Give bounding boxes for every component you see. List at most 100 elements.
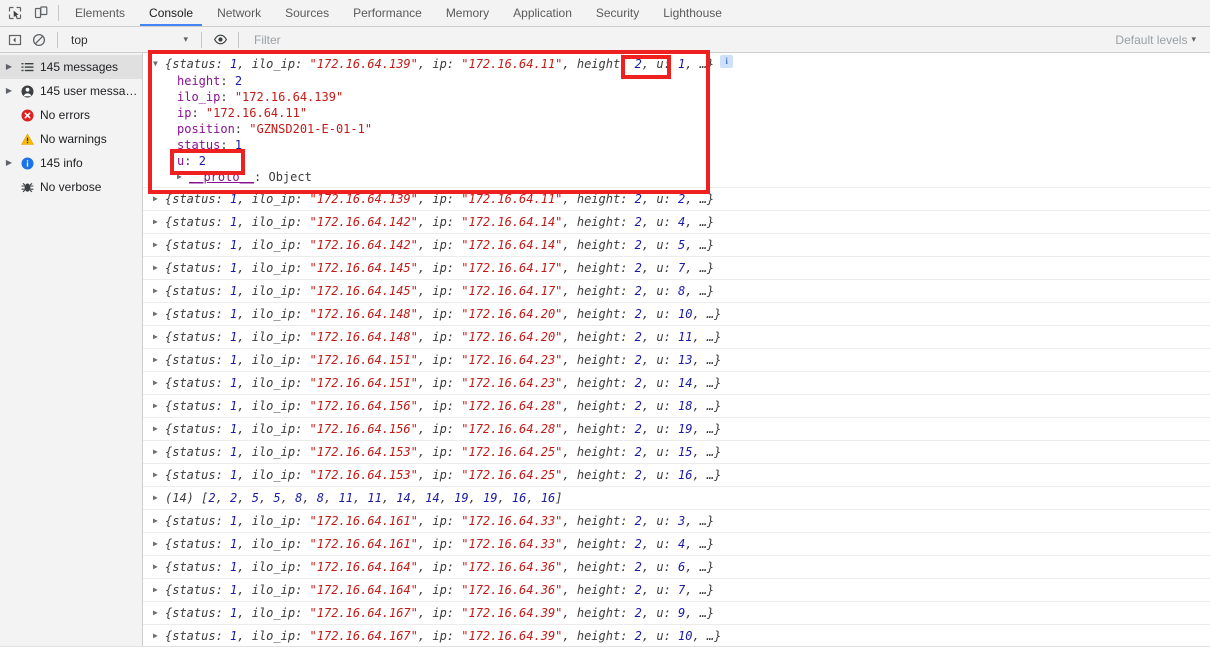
console-log-area[interactable]: ▼ {status: 1, ilo_ip: "172.16.64.139", ip… [143, 53, 1210, 647]
error-icon [19, 109, 35, 122]
sidebar-item-messages[interactable]: ▶ 145 messages [0, 55, 142, 79]
clear-console-icon[interactable] [30, 31, 48, 49]
chevron-right-icon[interactable]: ▶ [153, 374, 165, 392]
console-row[interactable]: ▶ {status: 1, ilo_ip: "172.16.64.139", ip… [143, 188, 1210, 211]
console-row[interactable]: ▶ {status: 1, ilo_ip: "172.16.64.145", ip… [143, 257, 1210, 280]
console-row[interactable]: ▶ {status: 1, ilo_ip: "172.16.64.145", ip… [143, 280, 1210, 303]
tok: , ilo_ip: [237, 284, 310, 298]
chevron-right-icon[interactable]: ▶ [153, 443, 165, 461]
tok: , ip: [417, 192, 462, 206]
chevron-right-icon[interactable]: ▶ [153, 397, 165, 415]
chevron-right-icon[interactable]: ▶ [153, 351, 165, 369]
console-row[interactable]: ▶ {status: 1, ilo_ip: "172.16.64.164", ip… [143, 579, 1210, 602]
chevron-right-icon[interactable]: ▶ [153, 420, 165, 438]
tab-console[interactable]: Console [137, 0, 205, 26]
chevron-right-icon[interactable]: ▶ [153, 236, 165, 254]
chevron-right-icon[interactable]: ▶ [177, 169, 189, 185]
chevron-right-icon[interactable]: ▶ [4, 63, 14, 71]
chevron-right-icon[interactable]: ▶ [153, 305, 165, 323]
chevron-right-icon[interactable]: ▶ [153, 213, 165, 231]
sidebar-item-user-messages[interactable]: ▶ 145 user messa… [0, 79, 142, 103]
chevron-right-icon[interactable]: ▶ [153, 627, 165, 645]
array-value: 16 [540, 491, 556, 505]
console-row[interactable]: ▶ {status: 1, ilo_ip: "172.16.64.153", ip… [143, 464, 1210, 487]
chevron-right-icon[interactable]: ▶ [153, 581, 165, 599]
tok-height: 2 [634, 261, 642, 275]
tok: , …} [685, 514, 715, 528]
sidebar-toggle-icon[interactable] [6, 31, 24, 49]
tok: {status: [165, 514, 231, 528]
console-row[interactable]: ▶ {status: 1, ilo_ip: "172.16.64.167", ip… [143, 602, 1210, 625]
tab-application[interactable]: Application [501, 0, 584, 26]
chevron-right-icon[interactable]: ▶ [153, 466, 165, 484]
object-preview: {status: 1, ilo_ip: "172.16.64.156", ip:… [165, 420, 1210, 438]
tok: , …} [685, 215, 715, 229]
console-row[interactable]: ▶ {status: 1, ilo_ip: "172.16.64.148", ip… [143, 326, 1210, 349]
object-preview: {status: 1, ilo_ip: "172.16.64.153", ip:… [165, 466, 1210, 484]
chevron-right-icon[interactable]: ▶ [153, 328, 165, 346]
console-row[interactable]: ▶ {status: 1, ilo_ip: "172.16.64.164", ip… [143, 556, 1210, 579]
tab-memory[interactable]: Memory [434, 0, 501, 26]
console-row[interactable]: ▶ {status: 1, ilo_ip: "172.16.64.148", ip… [143, 303, 1210, 326]
chevron-right-icon[interactable]: ▶ [4, 87, 14, 95]
chevron-right-icon[interactable]: ▶ [153, 558, 165, 576]
console-row[interactable]: ▶ {status: 1, ilo_ip: "172.16.64.156", ip… [143, 395, 1210, 418]
sidebar-item-info[interactable]: ▶ 145 info [0, 151, 142, 175]
tab-performance[interactable]: Performance [341, 0, 434, 26]
tok: , ilo_ip: [237, 445, 310, 459]
console-row[interactable]: ▶ {status: 1, ilo_ip: "172.16.64.167", ip… [143, 625, 1210, 647]
log-levels-dropdown[interactable]: Default levels ▾ [1107, 33, 1204, 47]
tab-elements[interactable]: Elements [63, 0, 137, 26]
chevron-right-icon[interactable]: ▶ [153, 282, 165, 300]
tab-sources[interactable]: Sources [273, 0, 341, 26]
chevron-right-icon[interactable]: ▶ [153, 259, 165, 277]
object-property[interactable]: ip: "172.16.64.11" [177, 105, 1210, 121]
object-property[interactable]: position: "GZNSD201-E-01-1" [177, 121, 1210, 137]
console-row[interactable]: ▶ {status: 1, ilo_ip: "172.16.64.161", ip… [143, 510, 1210, 533]
tok: , height: [562, 330, 635, 344]
console-row[interactable]: ▶ {status: 1, ilo_ip: "172.16.64.156", ip… [143, 418, 1210, 441]
sidebar-item-verbose[interactable]: ▶ No verbose [0, 175, 142, 199]
inspect-element-icon[interactable] [6, 4, 24, 22]
console-row[interactable]: ▶ {status: 1, ilo_ip: "172.16.64.151", ip… [143, 372, 1210, 395]
console-row[interactable]: ▶ {status: 1, ilo_ip: "172.16.64.142", ip… [143, 234, 1210, 257]
tab-security[interactable]: Security [584, 0, 651, 26]
object-property[interactable]: status: 1 [177, 137, 1210, 153]
proto-property[interactable]: ▶ __proto__: Object [177, 169, 1210, 185]
console-row-expanded[interactable]: ▼ {status: 1, ilo_ip: "172.16.64.139", ip… [143, 53, 1210, 188]
object-property[interactable]: u: 2 [177, 153, 1210, 169]
chevron-right-icon[interactable]: ▶ [153, 489, 165, 507]
console-row[interactable]: ▶ (14) [2, 2, 5, 5, 8, 8, 11, 11, 14, 14,… [143, 487, 1210, 510]
console-row[interactable]: ▶ {status: 1, ilo_ip: "172.16.64.151", ip… [143, 349, 1210, 372]
sidebar-item-warnings[interactable]: ▶ No warnings [0, 127, 142, 151]
tok-height: 2 [634, 468, 642, 482]
tok: , height: [562, 284, 635, 298]
tok: , ilo_ip: [237, 238, 310, 252]
chevron-right-icon[interactable]: ▶ [153, 512, 165, 530]
console-row[interactable]: ▶ {status: 1, ilo_ip: "172.16.64.142", ip… [143, 211, 1210, 234]
console-row[interactable]: ▶ {status: 1, ilo_ip: "172.16.64.161", ip… [143, 533, 1210, 556]
tok: , u: [641, 399, 679, 413]
tab-network[interactable]: Network [205, 0, 273, 26]
console-toolbar: top ▾ Filter Default levels ▾ [0, 27, 1210, 53]
tok-ilo-ip: "172.16.64.156" [309, 399, 418, 413]
chevron-right-icon[interactable]: ▶ [153, 190, 165, 208]
property-key: ilo_ip [177, 90, 221, 104]
object-property[interactable]: ilo_ip: "172.16.64.139" [177, 89, 1210, 105]
execution-context-selector[interactable]: top ▾ [67, 33, 192, 47]
info-badge[interactable]: i [720, 55, 734, 68]
device-toolbar-icon[interactable] [32, 4, 50, 22]
chevron-right-icon[interactable]: ▶ [4, 159, 14, 167]
tok: , height: [562, 238, 635, 252]
chevron-down-icon[interactable]: ▼ [153, 55, 165, 73]
sidebar-item-errors[interactable]: ▶ No errors [0, 103, 142, 127]
live-expression-eye-icon[interactable] [211, 31, 229, 49]
tab-lighthouse[interactable]: Lighthouse [651, 0, 734, 26]
filter-input[interactable]: Filter [248, 33, 1101, 47]
chevron-right-icon[interactable]: ▶ [153, 535, 165, 553]
console-row[interactable]: ▶ {status: 1, ilo_ip: "172.16.64.153", ip… [143, 441, 1210, 464]
chevron-right-icon[interactable]: ▶ [153, 604, 165, 622]
object-summary: {status: 1, ilo_ip: "172.16.64.139", ip:… [165, 55, 714, 73]
object-property[interactable]: height: 2 [177, 73, 1210, 89]
tok: , …} [685, 583, 715, 597]
